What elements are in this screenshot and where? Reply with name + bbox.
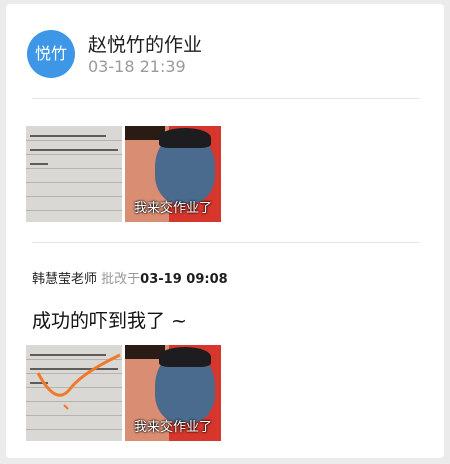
homework-title: 赵悦竹的作业 — [88, 34, 203, 56]
avatar[interactable]: 悦竹 — [27, 30, 75, 78]
divider — [32, 98, 420, 99]
marked-notebook-image-thumbnail[interactable] — [26, 345, 122, 441]
correction-mark — [36, 353, 121, 410]
teacher-comment: 成功的吓到我了 ~ — [32, 310, 187, 332]
homework-card: 悦竹 赵悦竹的作业 03-18 21:39 我来交作业了 韩慧莹老师 批改于03… — [6, 4, 444, 458]
review-timestamp: 03-19 09:08 — [140, 272, 228, 287]
meme-caption: 我来交作业了 — [133, 420, 212, 435]
meme-image-thumbnail[interactable]: 我来交作业了 — [125, 345, 221, 441]
divider — [32, 242, 420, 243]
teacher-name[interactable]: 韩慧莹老师 — [32, 272, 97, 287]
submission-timestamp: 03-18 21:39 — [88, 57, 186, 76]
review-meta: 韩慧莹老师 批改于03-19 09:08 — [32, 268, 228, 287]
review-label: 批改于 — [101, 272, 141, 287]
meme-image-thumbnail[interactable]: 我来交作业了 — [125, 126, 221, 222]
notebook-image-thumbnail[interactable] — [26, 126, 122, 222]
meme-caption: 我来交作业了 — [133, 201, 212, 216]
